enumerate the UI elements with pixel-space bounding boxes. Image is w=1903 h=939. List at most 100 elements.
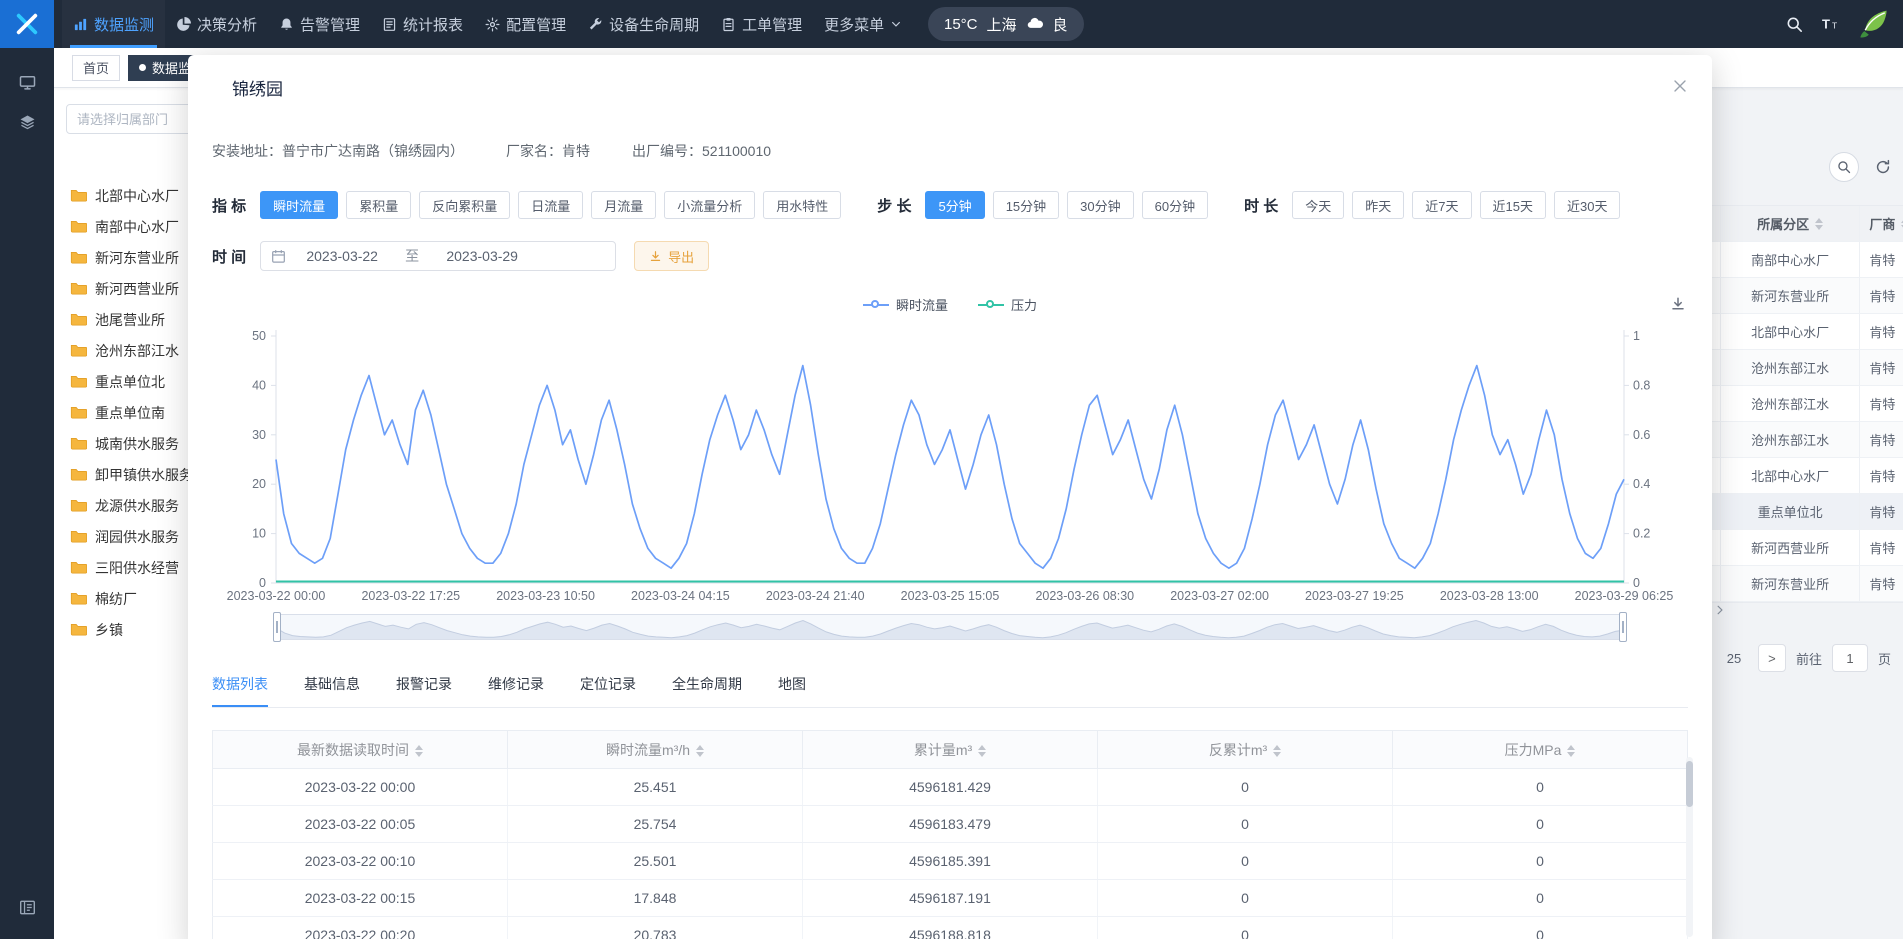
search-icon [1787,17,1802,32]
metric-button-2[interactable]: 反向累积量 [419,191,511,219]
sort-icon [1567,744,1576,757]
serial-label: 出厂编号： [632,143,702,159]
datazoom-right-handle[interactable] [1619,612,1627,642]
folder-icon [70,407,87,419]
metric-button-1[interactable]: 累积量 [346,191,412,219]
detail-tab-6[interactable]: 地图 [778,674,806,707]
search-icon [1838,161,1851,174]
svg-text:40: 40 [252,378,266,392]
detail-tab-3[interactable]: 维修记录 [488,674,544,707]
serial-value: 521100010 [702,143,772,159]
nav-item-configuration[interactable]: 配置管理 [474,0,577,48]
nav-item-more-menu[interactable]: 更多菜单 [813,0,913,48]
svg-text:20: 20 [252,477,266,491]
folder-icon [70,624,87,636]
legend-marker [862,299,889,310]
manufacturer-label: 厂家名： [506,143,562,159]
column-header-partition[interactable]: 所属分区 [1719,206,1860,241]
nav-item-work-orders[interactable]: 工单管理 [710,0,813,48]
pie-icon [177,16,192,31]
folder-icon [70,562,87,574]
save-chart-image-button[interactable] [1670,295,1686,312]
table-refresh-button[interactable] [1875,159,1891,175]
date-end: 2023-03-29 [446,248,518,264]
sort-icon [1815,217,1824,230]
page-number-button[interactable]: 25 [1720,644,1748,672]
view-tab-home[interactable]: 首页 [72,54,121,81]
nav-item-alarm-management[interactable]: 告警管理 [268,0,371,48]
svg-text:2023-03-27 02:00: 2023-03-27 02:00 [1170,589,1269,603]
chart-datazoom-slider[interactable] [273,612,1627,642]
next-page-button[interactable]: > [1757,644,1786,672]
table-scrollbar[interactable] [1686,757,1693,937]
nav-item-data-monitoring[interactable]: 数据监测 [62,0,165,48]
detail-tab-2[interactable]: 报警记录 [396,674,452,707]
svg-text:2023-03-29 06:25: 2023-03-29 06:25 [1575,589,1674,603]
folder-icon [70,252,87,264]
collapse-panel-button[interactable] [0,887,54,927]
data-table-header[interactable]: 最新数据读取时间 [212,730,508,769]
metric-button-0[interactable]: 瞬时流量 [260,191,339,219]
download-icon [651,250,661,261]
data-table-header[interactable]: 瞬时流量m³/h [507,730,803,769]
gear-icon [485,17,500,31]
sort-icon [415,744,423,757]
monitor-view-button[interactable] [0,62,54,102]
legend-item[interactable]: 压力 [978,295,1037,314]
goto-page-input[interactable] [1831,644,1868,672]
metric-button-4[interactable]: 月流量 [591,191,657,219]
legend-marker [978,299,1004,310]
step-button-1[interactable]: 15分钟 [992,191,1060,219]
step-button-3[interactable]: 60分钟 [1141,191,1209,219]
detail-tab-4[interactable]: 定位记录 [580,674,636,707]
duration-label: 时 长 [1244,197,1279,215]
step-button-0[interactable]: 5分钟 [925,191,985,219]
data-table-header[interactable]: 累计量m³ [802,730,1098,769]
data-table-header[interactable]: 压力MPa [1392,730,1688,769]
metric-label: 指 标 [212,197,247,215]
weather-widget[interactable]: 15°C 上海 良 [928,7,1084,41]
duration-button-4[interactable]: 近30天 [1554,191,1621,219]
nav-item-statistical-reports[interactable]: 统计报表 [371,0,474,48]
app-logo [0,0,54,48]
duration-button-0[interactable]: 今天 [1292,191,1345,219]
data-table-row: 2023-03-22 00:20 20.783 4596188.818 0 0 [212,916,1688,939]
folder-icon [70,190,87,202]
legend-item[interactable]: 瞬时流量 [862,295,948,314]
svg-text:2023-03-22 17:25: 2023-03-22 17:25 [361,589,460,603]
modal-title: 锦绣园 [232,80,283,99]
table-scroll-right-icon[interactable] [1714,601,1726,617]
metric-button-5[interactable]: 小流量分析 [664,191,756,219]
duration-button-2[interactable]: 近7天 [1412,191,1472,219]
global-search-button[interactable] [1786,16,1803,33]
modal-close-button[interactable] [1672,77,1688,94]
duration-button-1[interactable]: 昨天 [1352,191,1405,219]
datazoom-left-handle[interactable] [273,612,281,642]
svg-text:2023-03-28 13:00: 2023-03-28 13:00 [1440,589,1539,603]
address-label: 安装地址： [212,143,282,159]
close-icon [1674,80,1686,92]
detail-tab-0[interactable]: 数据列表 [212,674,268,707]
step-button-2[interactable]: 30分钟 [1067,191,1134,219]
column-header-manufacturer[interactable]: 厂商 [1859,206,1903,241]
detail-tab-1[interactable]: 基础信息 [304,674,360,707]
layers-view-button[interactable] [0,102,54,142]
svg-text:2023-03-24 21:40: 2023-03-24 21:40 [766,589,865,603]
table-search-button[interactable] [1829,152,1859,182]
step-label: 步 长 [877,197,912,215]
detail-tab-5[interactable]: 全生命周期 [672,674,742,707]
metric-button-6[interactable]: 用水特性 [763,191,842,219]
duration-button-3[interactable]: 近15天 [1479,191,1546,219]
font-size-button[interactable]: TT [1821,16,1841,32]
table-scrollbar-thumb[interactable] [1686,761,1693,807]
page-unit-label: 页 [1877,651,1891,667]
export-button[interactable]: 导出 [634,241,710,271]
folder-icon [70,438,87,450]
nav-item-device-lifecycle[interactable]: 设备生命周期 [577,0,710,48]
metric-button-3[interactable]: 日流量 [518,191,584,219]
date-range-picker[interactable]: 2023-03-22 至 2023-03-29 [260,241,617,271]
leaf-icon [1860,10,1887,38]
chart-canvas: 0 10 20 30 40 50 0 0.2 0.4 0.6 0.8 1 2023-03-22 00:0… [227,329,1674,603]
data-table-header[interactable]: 反累计m³ [1097,730,1393,769]
nav-item-decision-analysis[interactable]: 决策分析 [165,0,268,48]
